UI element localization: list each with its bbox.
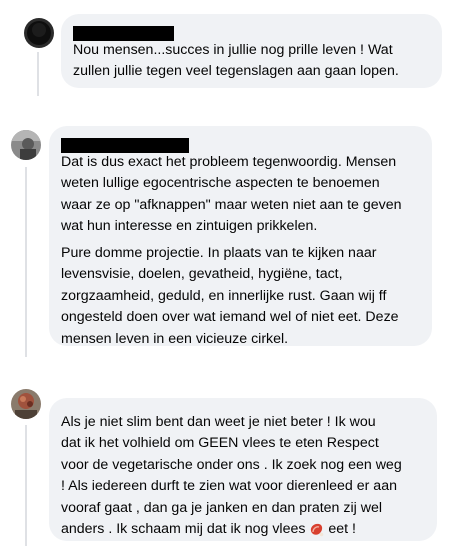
avatar[interactable] <box>24 18 54 48</box>
comments-thread: Nou mensen...succes in jullie nog prille… <box>0 0 450 546</box>
comment-last-line: anders . Ik schaam mij dat ik nog vlees … <box>61 519 356 540</box>
profile-photo-brown-icon <box>11 389 41 419</box>
meat-emoji-icon <box>309 522 324 537</box>
thread-connector-line <box>37 52 39 96</box>
comment-text: Dat is dus exact het probleem tegenwoord… <box>61 154 402 235</box>
comment-text-fragment: anders . Ik schaam mij dat ik nog vlees <box>61 521 310 537</box>
author-name-redacted[interactable] <box>73 26 174 41</box>
comment-text: Pure domme projectie. In plaats van te k… <box>61 245 399 347</box>
profile-photo-dark-icon <box>24 18 54 48</box>
avatar[interactable] <box>11 130 41 160</box>
comment-bubble: Als je niet slim bent dan weet je niet b… <box>49 398 437 541</box>
comment-text-fragment: eet ! <box>324 521 356 537</box>
comment-bubble: Dat is dus exact het probleem tegenwoord… <box>49 126 432 347</box>
thread-connector-line <box>25 425 27 546</box>
avatar[interactable] <box>11 389 41 419</box>
author-name-redacted[interactable] <box>61 138 189 153</box>
comment-text: Nou mensen...succes in jullie nog prille… <box>73 42 399 80</box>
profile-photo-gray-icon <box>11 130 41 160</box>
comment-bubble: Nou mensen...succes in jullie nog prille… <box>61 14 442 88</box>
thread-connector-line <box>25 167 27 357</box>
comment-text: Als je niet slim bent dan weet je niet b… <box>61 414 402 516</box>
